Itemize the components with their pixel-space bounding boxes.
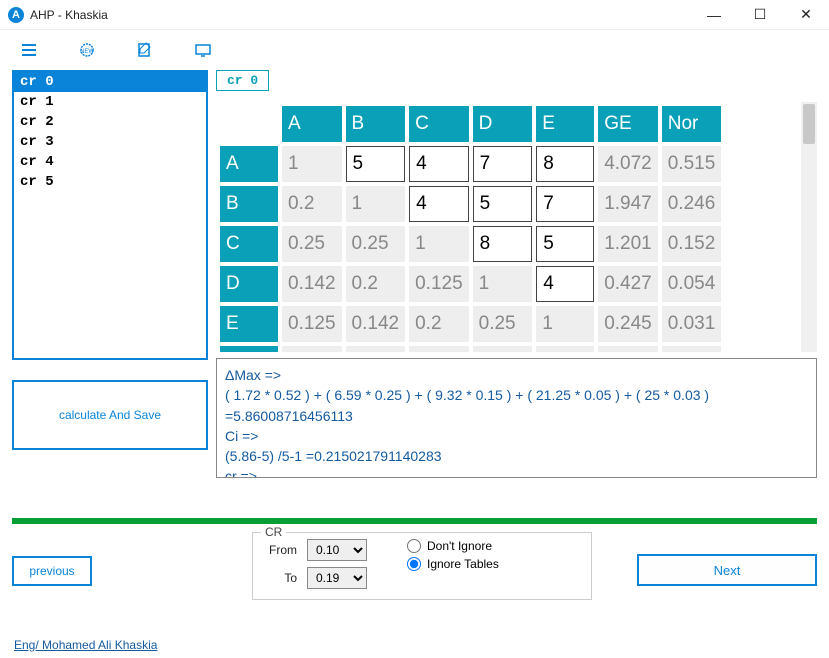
matrix-cell[interactable]: 7 [473,146,533,182]
sum-cell: 21.25 [473,346,533,352]
col-header: Nor [662,106,722,142]
maximize-button[interactable]: ☐ [737,0,783,30]
app-icon: A [8,7,24,23]
calc-line: Ci => [225,426,808,446]
matrix-cell: 0.125 [282,306,342,342]
matrix-cell[interactable]: 4 [409,146,469,182]
calculation-output: ΔMax => ( 1.72 * 0.52 ) + ( 6.59 * 0.25 … [216,358,817,478]
matrix-cell: 0.246 [662,186,722,222]
cr-list-item[interactable]: cr 0 [14,72,206,92]
col-header: B [346,106,406,142]
matrix-cell: 0.2 [346,266,406,302]
matrix-cell: 0.2 [409,306,469,342]
sum-cell: 7.893 [598,346,658,352]
matrix-cell[interactable]: 8 [473,226,533,262]
sum-cell: 25 [536,346,594,352]
new-icon[interactable]: NEW [78,41,96,59]
matrix-cell: 0.25 [282,226,342,262]
calc-line: ( 1.72 * 0.52 ) + ( 6.59 * 0.25 ) + ( 9.… [225,385,808,426]
menu-icon[interactable] [20,41,38,59]
sum-cell: 1 [662,346,722,352]
from-label: From [263,543,297,557]
edit-icon[interactable] [136,41,154,59]
matrix-cell: 1 [346,186,406,222]
svg-text:NEW: NEW [80,49,94,55]
matrix-cell[interactable]: 4 [536,266,594,302]
cr-list-item[interactable]: cr 5 [14,172,206,192]
row-header [220,346,278,352]
matrix-cell: 0.142 [346,306,406,342]
col-header: GE [598,106,658,142]
credit-link[interactable]: Eng/ Mohamed Ali Khaskia [14,638,157,652]
to-label: To [263,571,297,585]
sum-cell: 6.592 [346,346,406,352]
matrix-cell: 0.427 [598,266,658,302]
matrix-cell[interactable]: 5 [346,146,406,182]
row-header: D [220,266,278,302]
from-select[interactable]: 0.10 [307,539,367,561]
matrix-cell: 4.072 [598,146,658,182]
ignore-tables-radio[interactable]: Ignore Tables [407,557,499,571]
close-button[interactable]: ✕ [783,0,829,30]
cr-list-item[interactable]: cr 4 [14,152,206,172]
matrix-cell[interactable]: 5 [473,186,533,222]
calc-line: cr => [225,466,808,478]
matrix-cell: 0.245 [598,306,658,342]
row-header: C [220,226,278,262]
matrix-cell: 0.142 [282,266,342,302]
calc-line: ΔMax => [225,365,808,385]
matrix-cell: 1.947 [598,186,658,222]
toolbar: NEW [0,30,829,70]
matrix-cell: 0.031 [662,306,722,342]
cr-legend: CR [261,525,286,539]
col-header: E [536,106,594,142]
col-header: C [409,106,469,142]
monitor-icon[interactable] [194,41,212,59]
cr-list-item[interactable]: cr 2 [14,112,206,132]
matrix-cell: 1 [282,146,342,182]
matrix-cell: 0.515 [662,146,722,182]
calc-line: (5.86-5) /5-1 =0.215021791140283 [225,446,808,466]
minimize-button[interactable]: — [691,0,737,30]
matrix-cell: 1 [536,306,594,342]
col-header: A [282,106,342,142]
titlebar: A AHP - Khaskia — ☐ ✕ [0,0,829,30]
next-button[interactable]: Next [637,554,817,586]
matrix-table: ABCDEGENorA154784.0720.515B0.214571.9470… [216,102,725,352]
matrix-cell: 0.125 [409,266,469,302]
cr-list-item[interactable]: cr 3 [14,132,206,152]
calculate-save-button[interactable]: calculate And Save [12,380,208,450]
previous-button[interactable]: previous [12,556,92,586]
matrix-cell: 1 [473,266,533,302]
matrix-cell: 0.25 [346,226,406,262]
vertical-scrollbar[interactable] [801,102,817,352]
sum-cell: 9.325 [409,346,469,352]
window-title: AHP - Khaskia [30,8,691,22]
cr-filter-group: CR From 0.10 To 0.19 Don't Ignore Ignore… [252,532,592,600]
row-header: A [220,146,278,182]
matrix-cell: 0.054 [662,266,722,302]
scrollbar-thumb[interactable] [803,104,815,144]
to-select[interactable]: 0.19 [307,567,367,589]
cr-list-item[interactable]: cr 1 [14,92,206,112]
matrix-cell[interactable]: 7 [536,186,594,222]
row-header: E [220,306,278,342]
active-tab-label[interactable]: cr 0 [216,70,269,91]
sum-cell: 1.717 [282,346,342,352]
col-header: D [473,106,533,142]
matrix-cell: 1 [409,226,469,262]
dont-ignore-radio[interactable]: Don't Ignore [407,539,499,553]
matrix-cell: 0.25 [473,306,533,342]
matrix-cell: 1.201 [598,226,658,262]
matrix-cell[interactable]: 8 [536,146,594,182]
row-header: B [220,186,278,222]
matrix-cell: 0.2 [282,186,342,222]
matrix-cell: 0.152 [662,226,722,262]
matrix-cell[interactable]: 5 [536,226,594,262]
cr-list[interactable]: cr 0cr 1cr 2cr 3cr 4cr 5 [12,70,208,360]
matrix-cell[interactable]: 4 [409,186,469,222]
